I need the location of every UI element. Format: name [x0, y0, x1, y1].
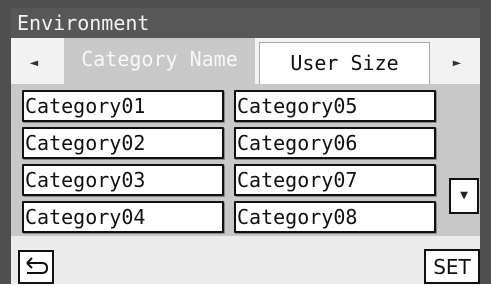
tab-user-size[interactable]: User Size: [259, 42, 430, 84]
window-title: Environment: [11, 8, 480, 38]
triangle-right-icon: ►: [452, 55, 462, 71]
category-button-08[interactable]: Category08: [234, 201, 436, 233]
tab-label: User Size: [290, 51, 399, 75]
tab-next-button[interactable]: ►: [434, 42, 480, 84]
tab-prev-button[interactable]: ◄: [11, 42, 57, 84]
tab-category-name[interactable]: Category Name: [64, 38, 255, 84]
scroll-down-button[interactable]: ▼: [449, 178, 479, 214]
triangle-left-icon: ◄: [29, 55, 39, 71]
back-button[interactable]: [18, 250, 54, 284]
category-button-06[interactable]: Category06: [234, 127, 436, 159]
category-button-04[interactable]: Category04: [22, 201, 224, 233]
tab-label: Category Name: [81, 47, 238, 71]
category-button-01[interactable]: Category01: [22, 90, 224, 122]
tab-bar: ◄ Category Name User Size ►: [11, 38, 480, 84]
category-button-05[interactable]: Category05: [234, 90, 436, 122]
return-arrow-icon: [26, 257, 49, 274]
category-button-07[interactable]: Category07: [234, 164, 436, 196]
set-button[interactable]: SET: [424, 249, 480, 284]
category-button-03[interactable]: Category03: [22, 164, 224, 196]
bottom-bar: [11, 236, 480, 284]
category-button-02[interactable]: Category02: [22, 127, 224, 159]
triangle-down-icon: ▼: [460, 188, 468, 203]
